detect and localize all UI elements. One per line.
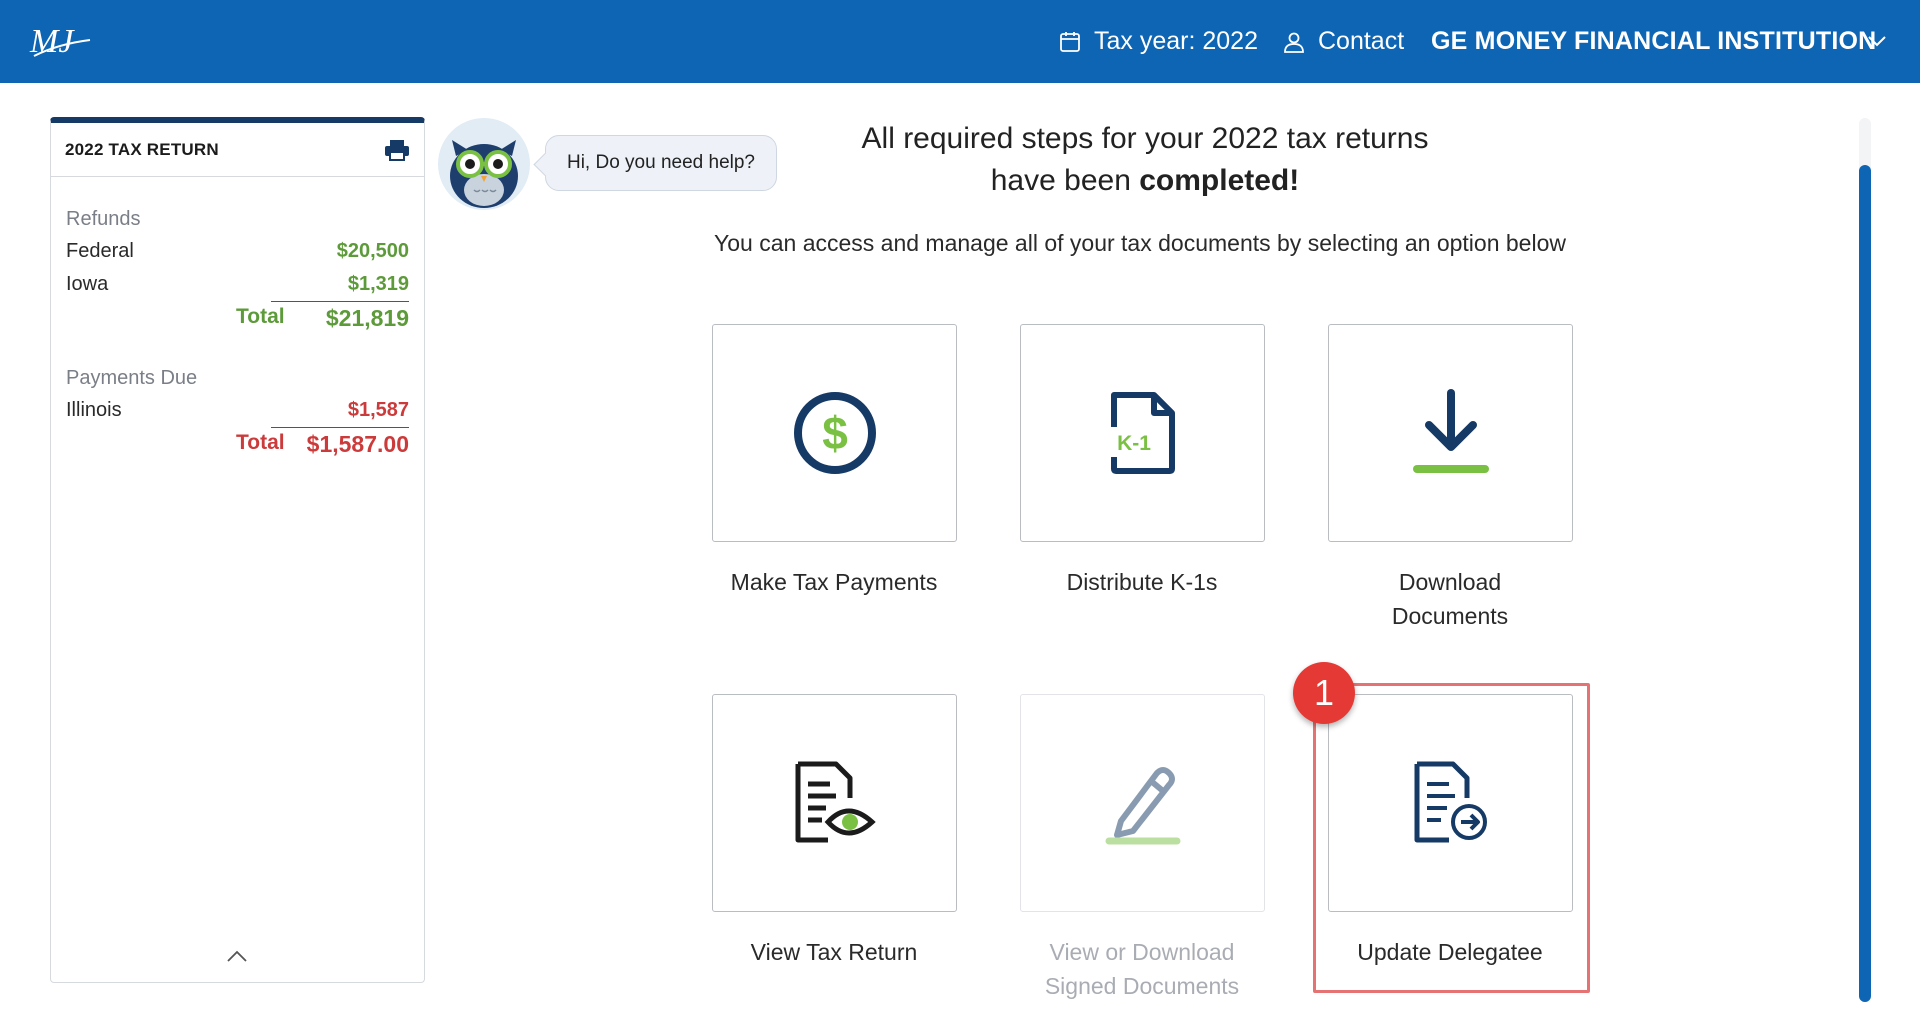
download-icon	[1412, 389, 1489, 473]
refund-total-row: Total $21,819	[66, 305, 409, 337]
refund-total-label: Total	[236, 305, 285, 328]
summary-card-header: 2022 TAX RETURN	[51, 123, 424, 177]
headline-line-2: have been completed!	[990, 164, 1300, 197]
owl-icon	[450, 140, 518, 208]
step-number-badge: 1	[1293, 662, 1355, 724]
view-tax-return-label: View Tax Return	[750, 939, 918, 965]
payment-amount: $1,587	[347, 398, 409, 421]
svg-text:$: $	[822, 407, 848, 459]
contact-label: Contact	[1318, 27, 1405, 55]
payment-total-amount: $1,587.00	[306, 431, 409, 457]
help-bubble-text: Hi, Do you need help?	[566, 152, 755, 173]
refund-row-iowa: Iowa $1,319	[66, 269, 409, 299]
payment-row-illinois: Illinois $1,587	[66, 395, 409, 425]
top-navigation-bar: MJ Tax year: 2022 Contact GE MONEY FINAN…	[0, 0, 1920, 83]
contact-link[interactable]: Contact	[1282, 0, 1404, 83]
refund-total-amount: $21,819	[325, 305, 409, 331]
payment-name: Illinois	[66, 398, 122, 421]
print-icon[interactable]	[384, 139, 410, 161]
document-eye-icon	[795, 761, 876, 843]
user-icon	[1284, 32, 1304, 53]
institution-selector[interactable]: GE MONEY FINANCIAL INSTITUTION	[1431, 0, 1876, 83]
tax-year-selector[interactable]: Tax year: 2022	[1058, 0, 1258, 83]
calendar-icon	[1060, 31, 1080, 52]
scrollbar-thumb[interactable]	[1859, 165, 1871, 1002]
payment-total-divider	[271, 427, 409, 428]
help-speech-bubble[interactable]: Hi, Do you need help?	[545, 135, 777, 191]
refund-amount: $20,500	[336, 239, 409, 262]
payment-total-row: Total $1,587.00	[66, 431, 409, 463]
pen-icon	[1105, 767, 1180, 845]
refund-row-federal: Federal $20,500	[66, 236, 409, 266]
signed-documents-label: View or Download Signed Documents	[1044, 939, 1240, 999]
summary-card-title: 2022 TAX RETURN	[65, 139, 219, 159]
owl-assistant-avatar[interactable]	[438, 118, 530, 210]
make-tax-payments-label: Make Tax Payments	[730, 569, 938, 595]
headline-line-1: All required steps for your 2022 tax ret…	[861, 122, 1429, 155]
refund-name: Iowa	[66, 272, 109, 295]
refund-total-divider	[271, 301, 409, 302]
institution-name: GE MONEY FINANCIAL INSTITUTION	[1431, 27, 1877, 55]
annotation-highlight-box	[1313, 683, 1590, 993]
distribute-k1s-label: Distribute K-1s	[1066, 569, 1218, 595]
refunds-heading: Refunds	[66, 208, 141, 230]
chevron-up-icon[interactable]	[225, 948, 249, 964]
svg-text:K-1: K-1	[1117, 432, 1151, 455]
distribute-k1s-tile[interactable]: K-1	[1020, 324, 1265, 542]
completion-headline: All required steps for your 2022 tax ret…	[760, 118, 1530, 202]
download-documents-label: Download Documents	[1391, 569, 1509, 629]
tax-year-label: Tax year: 2022	[1094, 27, 1258, 55]
payments-due-heading: Payments Due	[66, 367, 198, 389]
dollar-icon: $	[793, 392, 876, 474]
signed-documents-tile	[1020, 694, 1265, 912]
company-logo[interactable]: MJ	[28, 16, 98, 64]
download-documents-tile[interactable]	[1328, 324, 1573, 542]
refund-amount: $1,319	[347, 272, 409, 295]
make-tax-payments-tile[interactable]: $	[712, 324, 957, 542]
tax-return-summary-card: 2022 TAX RETURN Refunds Federal $20,500 …	[50, 117, 425, 983]
payment-total-label: Total	[236, 431, 285, 454]
chevron-down-icon[interactable]	[1866, 30, 1888, 52]
k1-document-icon: K-1	[1107, 392, 1175, 474]
view-tax-return-tile[interactable]	[712, 694, 957, 912]
instructions-text: You can access and manage all of your ta…	[714, 230, 1566, 256]
refund-name: Federal	[66, 239, 134, 262]
